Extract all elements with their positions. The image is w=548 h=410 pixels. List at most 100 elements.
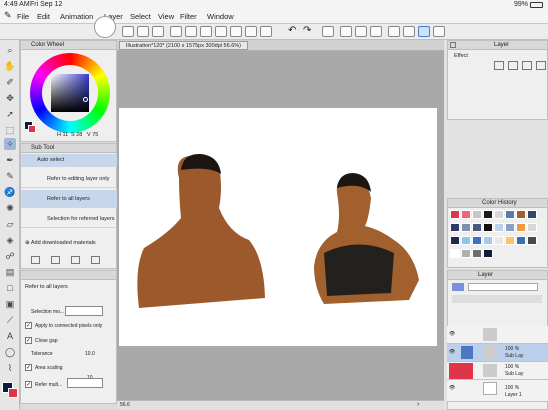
menu-filter[interactable]: Filter	[180, 12, 197, 21]
sub-tool-group-auto-select[interactable]: Auto select	[21, 154, 118, 167]
history-swatch[interactable]	[505, 223, 515, 232]
blend-icon[interactable]: ☍	[4, 250, 16, 262]
airbrush-icon[interactable]: ✺	[4, 202, 16, 214]
history-swatch[interactable]	[450, 210, 460, 219]
selection-mode-buttons[interactable]	[65, 306, 103, 316]
history-swatch[interactable]	[527, 210, 537, 219]
sub-tool-settings-icon[interactable]	[31, 256, 40, 264]
history-swatch[interactable]	[472, 223, 482, 232]
pencil-icon[interactable]: ✎	[4, 170, 16, 182]
zoom-value[interactable]: 56.6	[120, 402, 130, 408]
sub-tool-copy-icon[interactable]	[51, 256, 60, 264]
history-swatch[interactable]	[527, 236, 537, 245]
history-swatch[interactable]	[505, 210, 515, 219]
sub-tool-item-referred-layers[interactable]: Selection for referred layers	[21, 210, 118, 228]
canvas[interactable]	[119, 108, 437, 346]
menu-edit[interactable]: Edit	[37, 12, 50, 21]
history-swatch[interactable]	[527, 223, 537, 232]
history-swatch[interactable]	[494, 236, 504, 245]
ruler-tool-icon[interactable]: ⟋	[4, 314, 16, 326]
color-picker-handle[interactable]	[83, 97, 88, 102]
close-gap-checkbox[interactable]: ✓	[25, 337, 32, 344]
select-icon[interactable]: ⬚	[4, 124, 16, 136]
effect-tone-icon[interactable]	[508, 61, 518, 70]
visibility-icon[interactable]: 👁	[449, 331, 455, 337]
history-swatch[interactable]	[461, 223, 471, 232]
opacity-slider[interactable]	[452, 295, 542, 303]
history-swatch[interactable]	[450, 249, 460, 258]
visibility-icon[interactable]: 👁	[449, 349, 455, 355]
saturation-value-square[interactable]	[51, 74, 89, 112]
history-swatch[interactable]	[472, 249, 482, 258]
save-icon[interactable]	[152, 26, 164, 37]
refer-multiple-buttons[interactable]	[67, 378, 103, 388]
history-swatch[interactable]	[516, 236, 526, 245]
zoom-icon[interactable]: ⌕	[4, 44, 16, 56]
menu-file[interactable]: File	[17, 12, 29, 21]
area-scaling-checkbox[interactable]: ✓	[25, 364, 32, 371]
cut-icon[interactable]	[185, 26, 197, 37]
move-icon[interactable]: ✥	[4, 92, 16, 104]
history-swatch[interactable]	[461, 210, 471, 219]
correct-line-icon[interactable]: ⌇	[4, 362, 16, 374]
clear-icon[interactable]	[170, 26, 182, 37]
layer-row[interactable]: 👁	[447, 326, 548, 344]
sub-color-mini-swatch[interactable]	[28, 125, 36, 133]
fullscreen-icon[interactable]	[433, 26, 445, 37]
history-swatch[interactable]	[483, 223, 493, 232]
app-logo-icon[interactable]	[94, 16, 116, 38]
layer-tools-row[interactable]	[452, 307, 542, 315]
menu-animation[interactable]: Animation	[60, 12, 93, 21]
open-file-icon[interactable]	[137, 26, 149, 37]
paste-icon[interactable]	[215, 26, 227, 37]
menu-window[interactable]: Window	[207, 12, 234, 21]
history-swatch[interactable]	[450, 223, 460, 232]
grid-icon[interactable]	[355, 26, 367, 37]
add-materials-button[interactable]: ⊕ Add downloaded materials	[25, 240, 96, 246]
layout-icon[interactable]	[370, 26, 382, 37]
new-file-icon[interactable]	[122, 26, 134, 37]
document-tab[interactable]: Illustration*120* (2100 x 1575px 300dpi …	[119, 41, 248, 50]
pen-icon[interactable]: ✒	[4, 154, 16, 166]
copy-icon[interactable]	[200, 26, 212, 37]
text-icon[interactable]: A	[4, 330, 16, 342]
fill-icon[interactable]: ◈	[4, 234, 16, 246]
history-swatch[interactable]	[483, 210, 493, 219]
undo-icon[interactable]: ↶	[288, 26, 300, 37]
auto-select-tool-icon[interactable]: ✧	[4, 138, 16, 150]
brush-app-icon[interactable]: ✎	[4, 10, 12, 21]
history-swatch[interactable]	[505, 236, 515, 245]
panel-toggle-icon[interactable]	[388, 26, 400, 37]
menu-view[interactable]: View	[158, 12, 174, 21]
delete-icon[interactable]	[230, 26, 242, 37]
menu-select[interactable]: Select	[130, 12, 151, 21]
refer-multiple-checkbox[interactable]: ✓	[25, 381, 32, 388]
effect-color-icon[interactable]	[522, 61, 532, 70]
history-swatch[interactable]	[472, 210, 482, 219]
layer-row-selected[interactable]: 👁 100 % Sub Lay	[447, 344, 548, 362]
figure-icon[interactable]: □	[4, 282, 16, 294]
hand-icon[interactable]: ✋	[4, 60, 16, 72]
edit-layer-icon[interactable]	[461, 346, 473, 359]
history-swatch[interactable]	[516, 223, 526, 232]
apply-checkbox[interactable]: ✓	[25, 322, 32, 329]
history-swatch[interactable]	[450, 236, 460, 245]
tolerance-value[interactable]: 10.0	[85, 351, 95, 357]
operation-icon[interactable]: ➚	[4, 108, 16, 120]
effect-border-icon[interactable]	[494, 61, 504, 70]
sub-tool-delete-icon[interactable]	[91, 256, 100, 264]
eyedropper-icon[interactable]: ✐	[4, 76, 16, 88]
scroll-right-icon[interactable]: ›	[417, 401, 419, 408]
history-swatch[interactable]	[494, 210, 504, 219]
sub-tool-item-all-layers[interactable]: Refer to all layers	[21, 190, 118, 208]
redo-icon[interactable]: ↷	[303, 26, 315, 37]
balloon-icon[interactable]: ◯	[4, 346, 16, 358]
sub-tool-new-icon[interactable]	[71, 256, 80, 264]
layer-row[interactable]: 100 % Sub Lay	[447, 362, 548, 380]
layer-row[interactable]: 👁 100 % Layer 1	[447, 380, 548, 402]
gradient-icon[interactable]: ▤	[4, 266, 16, 278]
history-swatch[interactable]	[461, 249, 471, 258]
visibility-icon[interactable]: 👁	[449, 385, 455, 391]
blend-mode-select[interactable]	[468, 283, 538, 291]
history-swatch[interactable]	[461, 236, 471, 245]
